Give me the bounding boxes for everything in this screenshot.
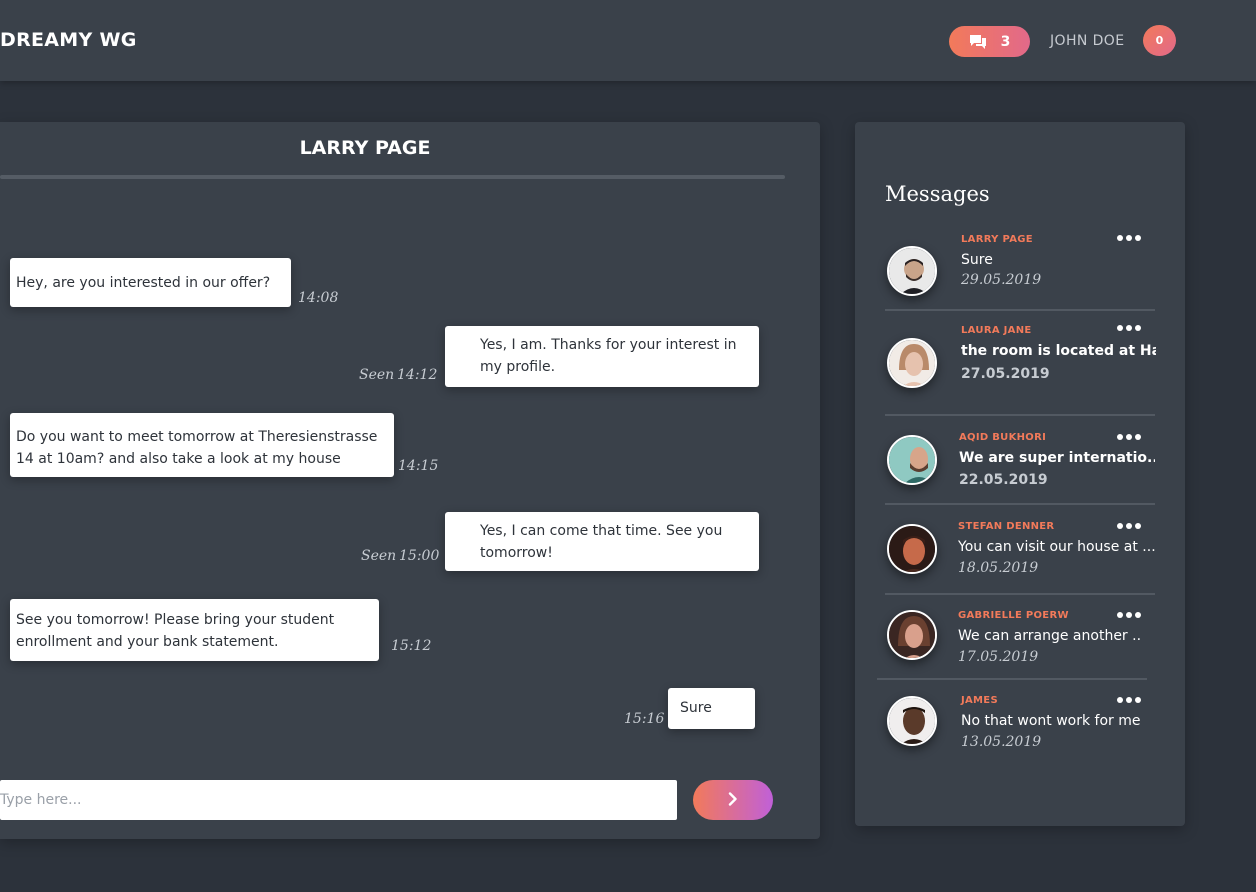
avatar: [887, 610, 937, 660]
conversation-preview: No that wont work for me: [961, 713, 1141, 729]
message-bubble-outgoing: Yes, I am. Thanks for your interest in m…: [445, 326, 759, 387]
message-bubble-incoming: See you tomorrow! Please bring your stud…: [10, 599, 379, 661]
more-dots-icon[interactable]: [1117, 233, 1147, 243]
conversation-name: JAMES: [961, 695, 998, 706]
top-navbar: DREAMY WG 3 JOHN DOE 0: [0, 0, 1256, 81]
conversation-item[interactable]: LAURA JANE the room is located at Ha.. 2…: [855, 320, 1185, 410]
conversation-name: GABRIELLE POERW: [958, 610, 1069, 621]
brand-logo[interactable]: DREAMY WG: [0, 29, 137, 51]
avatar: [887, 246, 937, 296]
conversation-preview: You can visit our house at ...: [958, 539, 1155, 555]
message-bubble-outgoing: Sure: [668, 688, 755, 729]
conversation-date: 17.05.2019: [958, 649, 1039, 665]
more-dots-icon[interactable]: [1117, 432, 1147, 442]
messages-button[interactable]: 3: [949, 26, 1030, 57]
more-dots-icon[interactable]: [1117, 323, 1147, 333]
conversation-preview: We can arrange another ..: [958, 628, 1142, 644]
message-time: 14:15: [398, 458, 439, 474]
conversation-item[interactable]: AQID BUKHORI We are super internatio.. 2…: [855, 428, 1185, 508]
messages-sidebar: Messages LARRY PAGE Sure 29.05.2019 LAUR…: [855, 122, 1185, 826]
messages-title: Messages: [885, 182, 990, 206]
conversation-name: STEFAN DENNER: [958, 521, 1055, 532]
divider: [877, 678, 1147, 680]
avatar: [887, 338, 937, 388]
conversation-date: 13.05.2019: [961, 734, 1042, 750]
chevron-right-icon: [728, 791, 738, 809]
divider: [885, 414, 1155, 416]
divider: [885, 309, 1155, 311]
divider: [0, 175, 785, 179]
avatar: [887, 696, 937, 746]
more-dots-icon[interactable]: [1117, 695, 1147, 705]
notification-badge[interactable]: 0: [1143, 25, 1176, 56]
message-status: Seen: [359, 367, 395, 383]
conversation-item[interactable]: JAMES No that wont work for me 13.05.201…: [855, 691, 1185, 771]
conversation-date: 18.05.2019: [958, 560, 1039, 576]
conversation-name: LARRY PAGE: [961, 234, 1033, 245]
avatar: [887, 435, 937, 485]
conversation-item[interactable]: GABRIELLE POERW We can arrange another .…: [855, 607, 1185, 679]
chat-title: LARRY PAGE: [299, 137, 431, 159]
message-time: 15:16: [624, 711, 665, 727]
conversation-name: LAURA JANE: [961, 325, 1032, 336]
message-time: 15:00: [399, 548, 440, 564]
divider: [885, 593, 1155, 595]
message-bubble-incoming: Hey, are you interested in our offer?: [10, 258, 291, 307]
message-time: 14:08: [298, 290, 339, 306]
avatar: [887, 524, 937, 574]
username[interactable]: JOHN DOE: [1050, 33, 1124, 49]
conversation-preview: the room is located at Ha..: [961, 343, 1156, 359]
divider: [885, 503, 1155, 505]
message-time: 15:12: [391, 638, 432, 654]
more-dots-icon[interactable]: [1117, 521, 1147, 531]
chat-panel: LARRY PAGE Hey, are you interested in ou…: [0, 122, 820, 839]
send-button[interactable]: [693, 780, 773, 820]
conversation-date: 22.05.2019: [959, 472, 1048, 488]
conversation-item[interactable]: LARRY PAGE Sure 29.05.2019: [855, 230, 1185, 310]
conversation-date: 29.05.2019: [961, 272, 1042, 288]
message-bubble-incoming: Do you want to meet tomorrow at Theresie…: [10, 413, 394, 477]
message-input[interactable]: [0, 780, 677, 820]
messages-count: 3: [1000, 33, 1011, 50]
message-bubble-outgoing: Yes, I can come that time. See you tomor…: [445, 512, 759, 571]
message-status: Seen: [361, 548, 397, 564]
conversation-preview: Sure: [961, 252, 993, 268]
message-time: 14:12: [397, 367, 438, 383]
conversation-preview: We are super internatio..: [959, 450, 1155, 466]
conversation-date: 27.05.2019: [961, 366, 1050, 382]
chat-bubbles-icon: [969, 34, 987, 50]
conversation-name: AQID BUKHORI: [959, 432, 1047, 443]
more-dots-icon[interactable]: [1117, 610, 1147, 620]
conversation-item[interactable]: STEFAN DENNER You can visit our house at…: [855, 518, 1185, 598]
